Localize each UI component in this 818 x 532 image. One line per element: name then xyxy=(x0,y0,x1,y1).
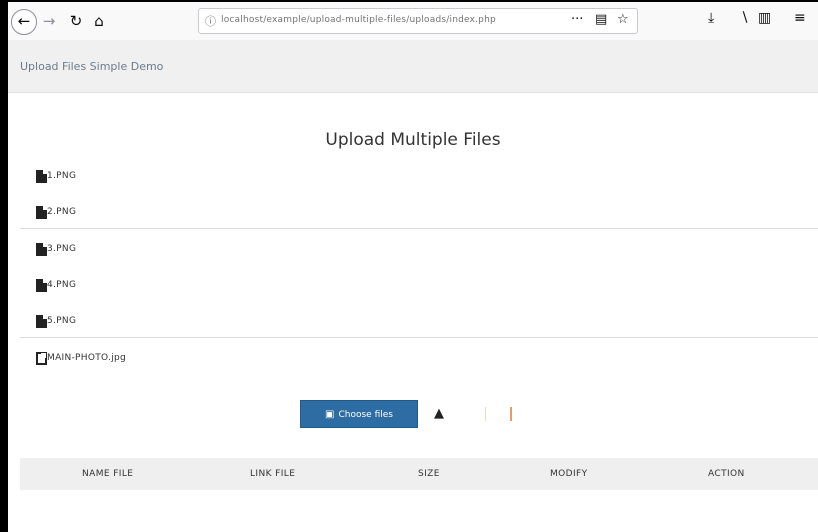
home-button[interactable]: ⌂ xyxy=(88,10,110,32)
reload-button[interactable]: ↻ xyxy=(65,10,87,32)
back-button[interactable]: ← xyxy=(11,9,37,35)
divider xyxy=(485,407,486,421)
file-name: 3.PNG xyxy=(47,244,77,254)
library-icon[interactable]: ∖ xyxy=(740,10,749,26)
column-header-modify: MODIFY xyxy=(550,469,588,479)
arrow-right-icon: → xyxy=(42,12,56,30)
file-icon xyxy=(36,314,48,328)
bookmarks-bar: Upload Files Simple Demo xyxy=(8,40,818,93)
url-text[interactable]: localhost/example/upload-multiple-files/… xyxy=(221,15,496,25)
image-icon xyxy=(36,352,47,365)
reader-icon[interactable]: ▤ xyxy=(595,12,607,27)
reload-icon: ↻ xyxy=(69,12,83,30)
browser-window: ← → ↻ ⌂ ⓘ localhost/example/upload-multi… xyxy=(8,2,818,532)
url-bar[interactable]: ⓘ localhost/example/upload-multiple-file… xyxy=(198,8,638,34)
arrow-left-icon: ← xyxy=(17,12,31,30)
list-item[interactable]: MAIN-PHOTO.jpg xyxy=(20,337,818,374)
divider xyxy=(510,407,512,421)
menu-icon[interactable]: ≡ xyxy=(794,10,806,26)
list-item[interactable]: 3.PNG xyxy=(20,228,818,265)
list-item[interactable]: 4.PNG xyxy=(20,265,818,301)
column-header-size: SIZE xyxy=(418,469,440,479)
sidebar-icon[interactable]: ▥ xyxy=(758,10,771,26)
file-icon xyxy=(36,278,48,292)
column-header-link: LINK FILE xyxy=(250,469,296,479)
files-table-header: NAME FILE LINK FILE SIZE MODIFY ACTION xyxy=(20,458,818,490)
file-name: 5.PNG xyxy=(47,316,77,326)
download-icon[interactable]: ⤓ xyxy=(708,10,714,26)
file-list: 1.PNG 2.PNG 3.PNG 4.PNG 5.PNG MAIN-PHOTO… xyxy=(20,156,818,374)
file-icon xyxy=(36,169,48,183)
file-name: 4.PNG xyxy=(47,280,77,290)
more-icon[interactable]: ··· xyxy=(571,12,583,27)
file-icon: ▣ xyxy=(325,409,335,420)
star-icon[interactable]: ☆ xyxy=(617,12,629,27)
bookmark-title[interactable]: Upload Files Simple Demo xyxy=(20,60,163,73)
page-title: Upload Multiple Files xyxy=(325,130,501,150)
forward-button[interactable]: → xyxy=(38,10,60,32)
upload-icon[interactable]: ▲ xyxy=(434,406,444,421)
choose-files-label: Choose files xyxy=(338,410,393,420)
column-header-name: NAME FILE xyxy=(82,469,134,479)
list-item[interactable]: 5.PNG xyxy=(20,301,818,337)
info-icon[interactable]: ⓘ xyxy=(205,13,216,29)
file-name: 1.PNG xyxy=(47,171,77,181)
file-icon xyxy=(36,205,48,219)
list-item[interactable]: 1.PNG xyxy=(20,156,818,192)
choose-files-button[interactable]: ▣ Choose files xyxy=(300,400,418,428)
home-icon: ⌂ xyxy=(94,12,104,30)
file-name: MAIN-PHOTO.jpg xyxy=(47,353,127,363)
file-name: 2.PNG xyxy=(47,207,77,217)
column-header-action: ACTION xyxy=(708,469,745,479)
file-icon xyxy=(36,242,48,256)
upload-controls: ▣ Choose files ▲ xyxy=(8,400,818,430)
browser-toolbar: ← → ↻ ⌂ ⓘ localhost/example/upload-multi… xyxy=(8,2,818,41)
list-item[interactable]: 2.PNG xyxy=(20,192,818,228)
